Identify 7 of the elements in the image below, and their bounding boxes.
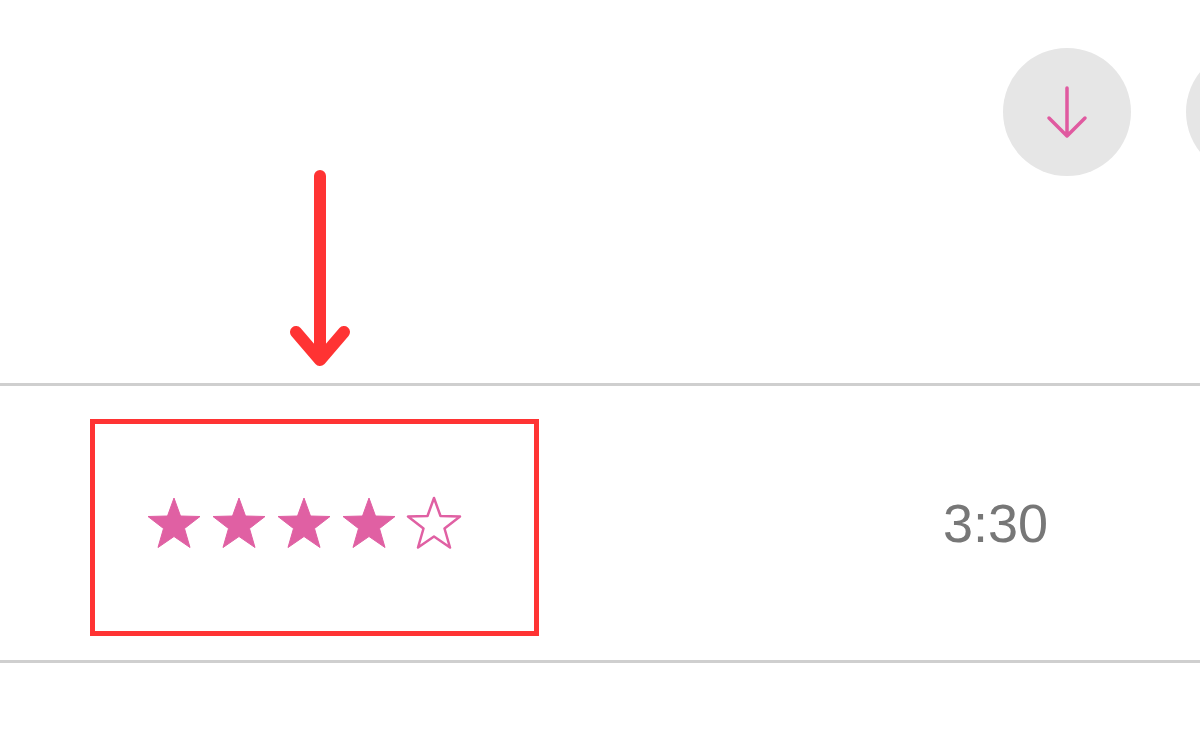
- empty-star-icon: [405, 495, 463, 551]
- filled-star-icon: [145, 495, 203, 551]
- filled-star-icon: [275, 495, 333, 551]
- filled-star-icon: [340, 495, 398, 551]
- duration: 3:30: [943, 496, 1049, 550]
- filled-star-icon: [210, 495, 268, 551]
- star-rating[interactable]: [145, 495, 463, 551]
